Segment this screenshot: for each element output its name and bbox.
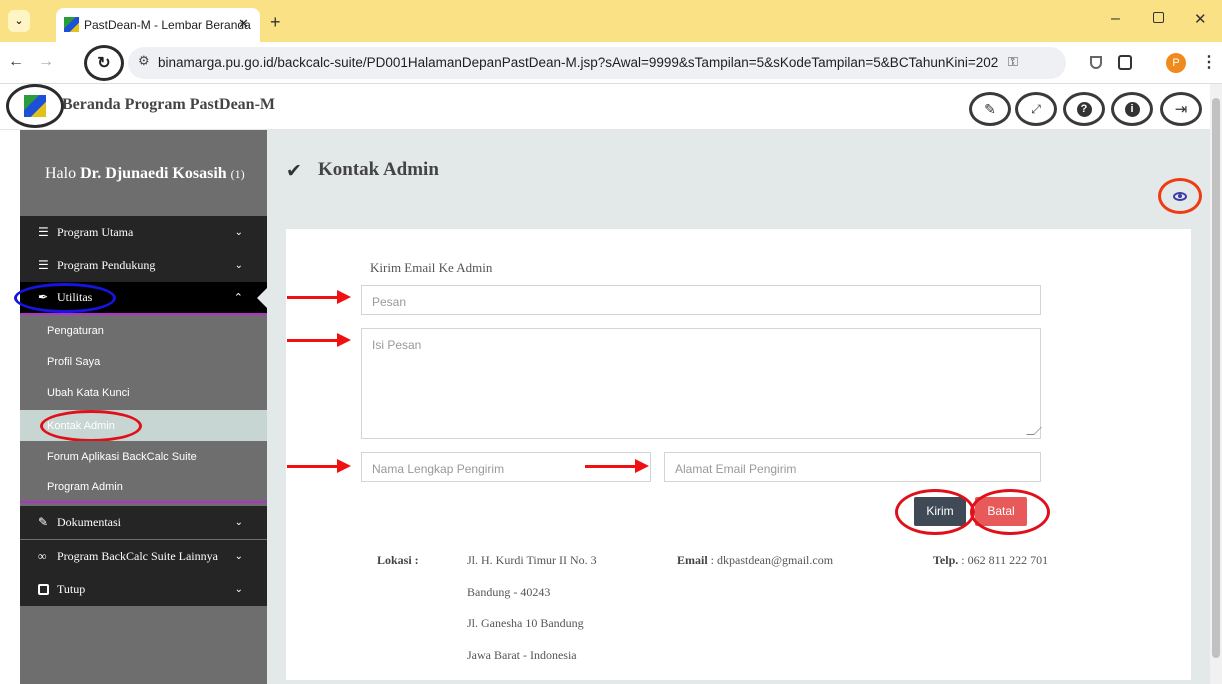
annotation-red-ellipse-cancel: [970, 489, 1050, 535]
menu-tutup[interactable]: Tutup ⌄: [20, 573, 267, 606]
pencil-icon: ✎: [984, 100, 996, 117]
email-value[interactable]: : dkpastdean@gmail.com: [711, 553, 833, 567]
eye-icon: [1173, 191, 1187, 201]
user-count: (1): [230, 167, 245, 181]
menu-label: Program Pendukung: [57, 258, 156, 272]
back-icon[interactable]: ←: [8, 53, 24, 71]
subject-input[interactable]: Pesan: [361, 285, 1041, 315]
menu-program-utama[interactable]: ☰ Program Utama ⌄: [20, 216, 267, 249]
close-window-button[interactable]: ✕: [1194, 10, 1207, 28]
logout-icon: ⇥: [1174, 101, 1188, 118]
close-tab-icon[interactable]: ✕: [238, 16, 249, 32]
check-icon: ✔: [286, 161, 302, 182]
profile-initial: P: [1172, 57, 1180, 69]
annotation-blue-ellipse: [14, 283, 116, 313]
info-icon: i: [1124, 101, 1140, 117]
chevron-down-icon: ⌄: [234, 551, 243, 562]
form-heading: Kirim Email Ke Admin: [370, 260, 493, 275]
phone-info: Telp. : 062 811 222 701: [933, 553, 1048, 568]
active-menu-pointer: [257, 288, 267, 308]
menu-dokumentasi[interactable]: ✎ Dokumentasi ⌄: [20, 506, 267, 539]
email-info: Email : dkpastdean@gmail.com: [677, 553, 833, 568]
scrollbar-thumb[interactable]: [1212, 98, 1220, 658]
pencil-icon: ✎: [38, 515, 49, 529]
address-line: Jl. Ganesha 10 Bandung: [467, 616, 584, 630]
menu-backcalc-lainnya[interactable]: ∞ Program BackCalc Suite Lainnya ⌄: [20, 540, 267, 573]
list-icon: ☰: [38, 225, 49, 239]
reload-button[interactable]: ↻: [84, 45, 124, 81]
url-text[interactable]: binamarga.pu.go.id/backcalc-suite/PD001H…: [158, 55, 998, 70]
site-info-icon[interactable]: ⚙: [138, 53, 150, 69]
menu-label: Dokumentasi: [57, 515, 121, 529]
annotation-arrow: [287, 459, 351, 473]
page-title: Kontak Admin: [318, 159, 439, 180]
expand-icon: ⤢: [1031, 101, 1041, 116]
app-title: Beranda Program PastDean-M: [62, 96, 275, 113]
annotation-red-ellipse-kontak: [40, 410, 142, 442]
profile-avatar[interactable]: P: [1166, 53, 1186, 73]
message-textarea[interactable]: Isi Pesan: [361, 328, 1041, 439]
address-line: Jl. H. Kurdi Timur II No. 3: [467, 553, 597, 567]
annotation-arrow: [287, 333, 351, 347]
annotation-red-ellipse-send: [895, 489, 975, 535]
phone-label: Telp.: [933, 553, 959, 567]
chevron-down-icon: ⌄: [234, 227, 243, 238]
forward-icon[interactable]: →: [38, 53, 54, 71]
logo-icon: [24, 95, 46, 117]
extensions-icon[interactable]: [1118, 55, 1132, 70]
menu-label: Tutup: [57, 582, 86, 596]
user-greeting: Halo Dr. Djunaedi Kosasih (1): [20, 130, 267, 214]
list-icon: ☰: [38, 258, 49, 272]
tab-list-button[interactable]: ⌄: [8, 10, 30, 32]
info-button[interactable]: i: [1111, 92, 1153, 126]
phone-value: : 062 811 222 701: [961, 553, 1049, 567]
annotation-arrow: [585, 459, 649, 473]
link-icon: ∞: [38, 549, 47, 563]
chevron-down-icon: ⌄: [234, 517, 243, 528]
submenu-forum[interactable]: Forum Aplikasi BackCalc Suite: [20, 441, 267, 472]
submenu-ubah-kata-kunci[interactable]: Ubah Kata Kunci: [20, 377, 267, 408]
browser-menu-icon[interactable]: ⋮: [1201, 52, 1217, 72]
help-button[interactable]: ?: [1063, 92, 1105, 126]
sender-email-input[interactable]: Alamat Email Pengirim: [664, 452, 1041, 482]
menu-label: Program BackCalc Suite Lainnya: [57, 549, 218, 563]
extension-shield-icon[interactable]: [1090, 56, 1102, 69]
submenu-program-admin[interactable]: Program Admin: [20, 472, 267, 503]
logout-button[interactable]: ⇥: [1160, 92, 1202, 126]
app-logo[interactable]: [6, 84, 64, 128]
submenu-pengaturan[interactable]: Pengaturan: [20, 315, 267, 346]
stop-icon: [38, 584, 49, 595]
menu-label: Program Utama: [57, 225, 134, 239]
view-button[interactable]: [1158, 178, 1202, 214]
question-icon: ?: [1076, 101, 1092, 117]
favicon-icon: [64, 17, 79, 32]
edit-button[interactable]: ✎: [969, 92, 1011, 126]
greeting-prefix: Halo: [45, 165, 81, 182]
annotation-arrow: [287, 290, 351, 304]
minimize-button[interactable]: –: [1111, 10, 1120, 28]
email-label: Email: [677, 553, 708, 567]
chevron-up-icon: ⌃: [233, 292, 243, 304]
address-line: Bandung - 40243: [467, 585, 551, 599]
chevron-down-icon: ⌄: [234, 260, 243, 271]
user-name: Dr. Djunaedi Kosasih: [80, 165, 227, 182]
password-key-icon[interactable]: ⚿: [1008, 54, 1018, 70]
submenu-profil-saya[interactable]: Profil Saya: [20, 346, 267, 377]
restore-button[interactable]: [1153, 12, 1164, 23]
tab-title: PastDean-M - Lembar Beranda: [84, 18, 251, 32]
address-line: Jawa Barat - Indonesia: [467, 648, 577, 662]
location-label: Lokasi :: [377, 553, 419, 567]
page-scrollbar[interactable]: [1210, 84, 1222, 684]
fullscreen-button[interactable]: ⤢: [1015, 92, 1057, 126]
address-bar[interactable]: ⚙ binamarga.pu.go.id/backcalc-suite/PD00…: [128, 47, 1066, 79]
chevron-down-icon: ⌄: [234, 584, 243, 595]
menu-program-pendukung[interactable]: ☰ Program Pendukung ⌄: [20, 249, 267, 282]
browser-tab[interactable]: PastDean-M - Lembar Beranda ✕: [56, 8, 260, 42]
add-tab-button[interactable]: +: [270, 12, 281, 33]
